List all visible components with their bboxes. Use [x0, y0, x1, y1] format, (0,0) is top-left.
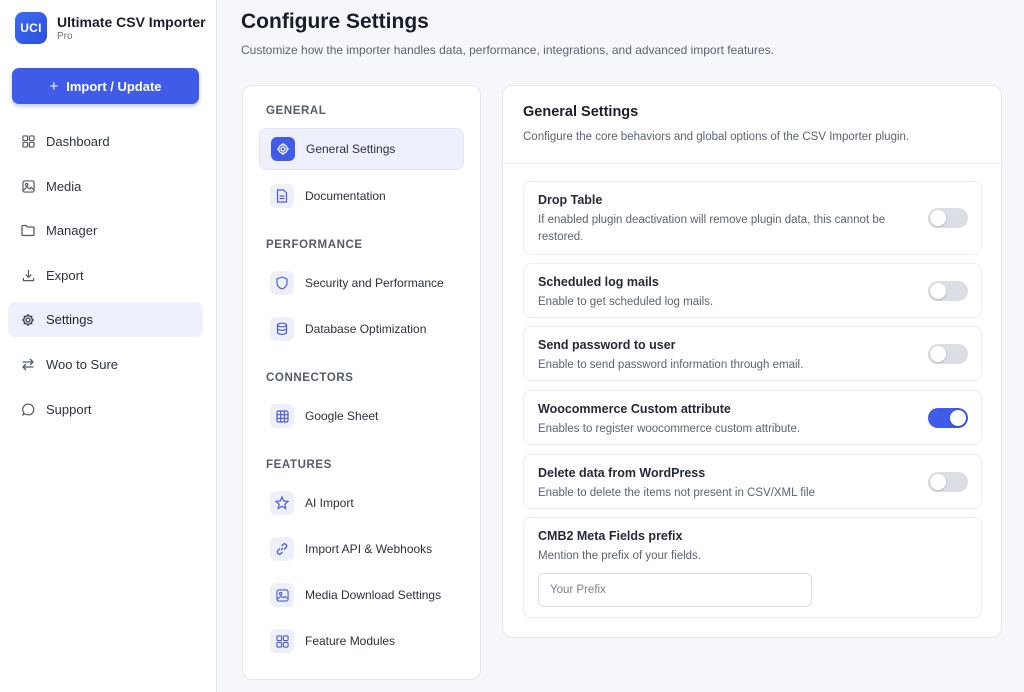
main-nav: Dashboard Media Manager Export Settings: [8, 124, 203, 436]
settings-title: General Settings: [523, 104, 639, 120]
database-icon: [270, 317, 294, 341]
menu-item-general-settings[interactable]: General Settings: [259, 128, 464, 170]
setting-description: Enables to register woocommerce custom a…: [538, 423, 801, 435]
menu-item-google-sheet[interactable]: Google Sheet: [259, 395, 464, 437]
modules-icon: [270, 629, 294, 653]
divider: [503, 163, 1001, 164]
app-edition: Pro: [57, 30, 73, 42]
menu-item-label: Import API & Webhooks: [305, 542, 433, 556]
menu-item-label: General Settings: [306, 142, 396, 156]
nav-item-manager[interactable]: Manager: [8, 213, 203, 248]
folder-icon: [21, 224, 35, 238]
image-icon: [21, 179, 35, 193]
sidebar: UCI Ultimate CSV Importer Pro + Import /…: [0, 0, 217, 692]
setting-description: Enable to delete the items not present i…: [538, 487, 816, 499]
menu-item-label: Documentation: [305, 189, 386, 203]
setting-label: Send password to user: [538, 338, 676, 352]
dashboard-icon: [21, 135, 35, 149]
setting-description: Enable to get scheduled log mails.: [538, 296, 714, 308]
nav-item-export[interactable]: Export: [8, 258, 203, 293]
page-title: Configure Settings: [241, 10, 429, 33]
menu-item-label: Security and Performance: [305, 276, 444, 290]
menu-item-ai-import[interactable]: AI Import: [259, 482, 464, 524]
page-description: Customize how the importer handles data,…: [241, 43, 774, 57]
setting-row-scheduled-log-mails: Scheduled log mails Enable to get schedu…: [523, 263, 982, 318]
prefix-input[interactable]: [538, 573, 812, 607]
section-title-features: FEATURES: [266, 459, 332, 471]
section-title-performance: PERFORMANCE: [266, 239, 363, 251]
setting-description: Mention the prefix of your fields.: [538, 550, 701, 562]
menu-item-feature-modules[interactable]: Feature Modules: [259, 620, 464, 662]
delete-data-toggle[interactable]: [928, 472, 968, 492]
menu-item-security-performance[interactable]: Security and Performance: [259, 262, 464, 304]
nav-item-media[interactable]: Media: [8, 169, 203, 204]
nav-item-support[interactable]: Support: [8, 392, 203, 427]
section-title-connectors: CONNECTORS: [266, 372, 354, 384]
menu-item-label: AI Import: [305, 496, 354, 510]
nav-label: Manager: [46, 223, 98, 239]
nav-label: Woo to Sure: [46, 356, 119, 372]
download-icon: [21, 268, 35, 282]
nav-label: Settings: [46, 312, 93, 328]
chat-icon: [21, 402, 35, 416]
gear-icon: [271, 137, 295, 161]
setting-label: Scheduled log mails: [538, 275, 659, 289]
setting-description: If enabled plugin deactivation will remo…: [538, 214, 886, 243]
document-icon: [270, 184, 294, 208]
setting-row-woocommerce-attribute: Woocommerce Custom attribute Enables to …: [523, 390, 982, 445]
toggle-knob: [930, 210, 946, 226]
setting-label: CMB2 Meta Fields prefix: [538, 529, 683, 543]
menu-item-media-download-settings[interactable]: Media Download Settings: [259, 574, 464, 616]
nav-item-settings[interactable]: Settings: [8, 302, 203, 338]
section-title-general: GENERAL: [266, 105, 327, 117]
scheduled-log-mails-toggle[interactable]: [928, 281, 968, 301]
gear-icon: [21, 313, 35, 327]
import-update-label: Import / Update: [66, 78, 162, 94]
brand[interactable]: UCI Ultimate CSV Importer Pro: [15, 12, 206, 44]
menu-item-database-optimization[interactable]: Database Optimization: [259, 308, 464, 350]
link-icon: [270, 537, 294, 561]
star-icon: [270, 491, 294, 515]
settings-menu-panel: GENERAL General Settings Documentation P…: [242, 85, 481, 680]
setting-row-drop-table: Drop Table If enabled plugin deactivatio…: [523, 181, 982, 255]
swap-icon: [21, 357, 35, 371]
grid-icon: [270, 404, 294, 428]
menu-item-label: Google Sheet: [305, 409, 379, 423]
nav-item-dashboard[interactable]: Dashboard: [8, 124, 203, 159]
setting-row-delete-data: Delete data from WordPress Enable to del…: [523, 454, 982, 509]
brand-text: Ultimate CSV Importer Pro: [57, 14, 206, 43]
nav-label: Support: [46, 401, 92, 417]
send-password-toggle[interactable]: [928, 344, 968, 364]
app-title: Ultimate CSV Importer: [57, 13, 206, 30]
app-logo: UCI: [15, 12, 47, 44]
toggle-knob: [930, 474, 946, 490]
menu-item-label: Media Download Settings: [305, 588, 442, 602]
image-icon: [270, 583, 294, 607]
setting-label: Drop Table: [538, 193, 603, 207]
nav-label: Export: [46, 267, 84, 283]
setting-row-send-password: Send password to user Enable to send pas…: [523, 326, 982, 381]
menu-item-documentation[interactable]: Documentation: [259, 175, 464, 217]
nav-label: Dashboard: [46, 134, 110, 149]
toggle-knob: [930, 283, 946, 299]
setting-description: Enable to send password information thro…: [538, 359, 804, 371]
plus-icon: +: [49, 77, 59, 95]
general-settings-panel: General Settings Configure the core beha…: [502, 85, 1002, 638]
menu-item-label: Feature Modules: [305, 634, 396, 648]
menu-item-import-api-webhooks[interactable]: Import API & Webhooks: [259, 528, 464, 570]
nav-label: Media: [46, 178, 82, 194]
toggle-knob: [950, 410, 966, 426]
menu-item-label: Database Optimization: [305, 322, 427, 336]
setting-label: Delete data from WordPress: [538, 466, 706, 480]
shield-icon: [270, 271, 294, 295]
settings-description: Configure the core behaviors and global …: [523, 131, 910, 143]
drop-table-toggle[interactable]: [928, 208, 968, 228]
nav-item-woo-to-sure[interactable]: Woo to Sure: [8, 347, 203, 382]
setting-label: Woocommerce Custom attribute: [538, 402, 731, 416]
woocommerce-attribute-toggle[interactable]: [928, 408, 968, 428]
setting-row-cmb2-prefix: CMB2 Meta Fields prefix Mention the pref…: [523, 517, 982, 618]
toggle-knob: [930, 346, 946, 362]
import-update-button[interactable]: + Import / Update: [12, 68, 199, 104]
